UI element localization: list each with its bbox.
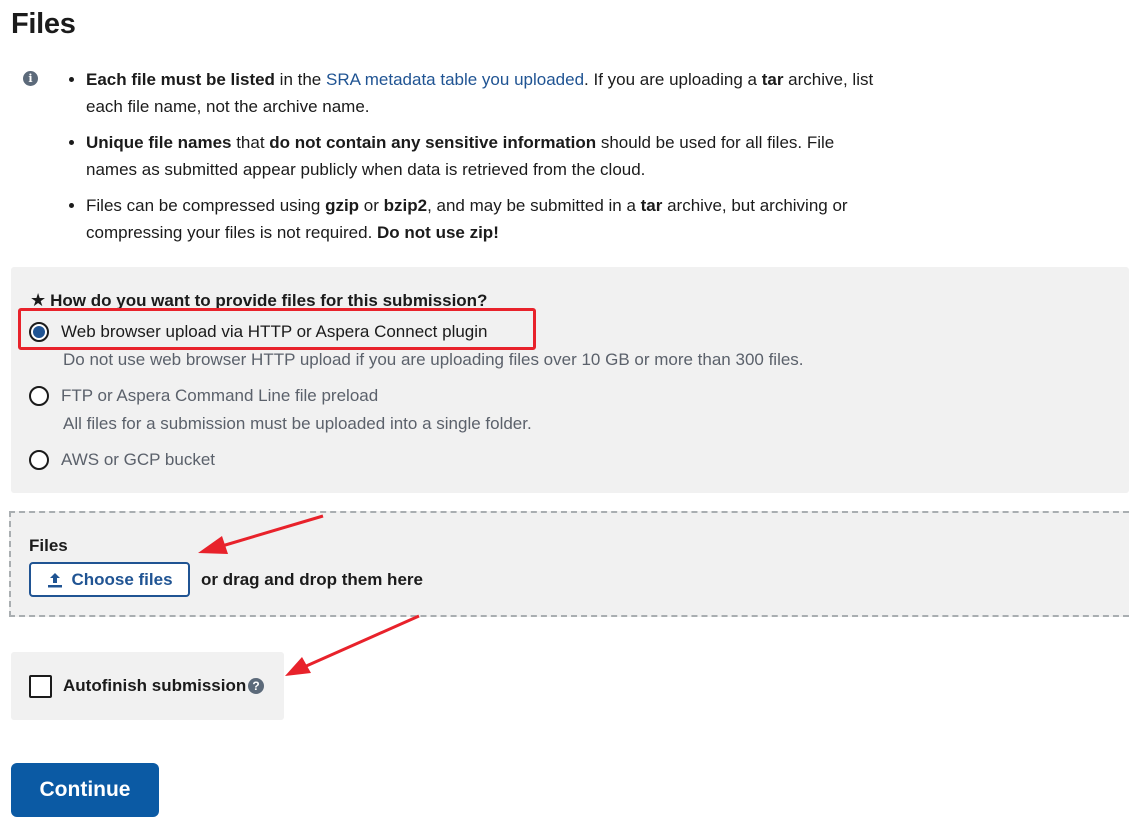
choose-files-label[interactable]: Choose files bbox=[71, 570, 172, 590]
help-icon[interactable]: ? bbox=[248, 678, 264, 694]
dropzone-label: Files bbox=[29, 536, 68, 555]
sra-metadata-link[interactable]: SRA metadata table you uploaded bbox=[326, 70, 584, 89]
drag-drop-text: or drag and drop them here bbox=[201, 570, 423, 589]
radio-option-bucket[interactable]: AWS or GCP bucket bbox=[29, 450, 215, 470]
bold-text: tar bbox=[761, 70, 784, 89]
choose-files-button[interactable]: Choose files bbox=[29, 562, 190, 597]
radio-label[interactable]: FTP or Aspera Command Line file preload bbox=[61, 386, 378, 406]
text: Files can be compressed using bbox=[86, 196, 326, 215]
text: in the bbox=[274, 70, 326, 89]
radio-button[interactable] bbox=[29, 386, 49, 406]
autofinish-checkbox[interactable] bbox=[29, 675, 52, 698]
instructions-list: Each file must be listed in the SRA meta… bbox=[62, 66, 886, 255]
annotation-arrow bbox=[285, 614, 420, 676]
text: or bbox=[359, 196, 384, 215]
files-page: Files i Each file must be listed in the … bbox=[0, 0, 1129, 836]
upload-icon bbox=[48, 572, 63, 587]
bold-text: Each file must be listed bbox=[86, 70, 275, 89]
list-item: Each file must be listed in the SRA meta… bbox=[86, 66, 886, 120]
radio-label[interactable]: AWS or GCP bucket bbox=[61, 450, 215, 470]
radio-hint: All files for a submission must be uploa… bbox=[63, 414, 532, 433]
bold-text: do not contain any sensitive information bbox=[269, 133, 597, 152]
page-title: Files bbox=[11, 8, 76, 40]
bold-text: Do not use zip! bbox=[377, 223, 499, 242]
bold-text: gzip bbox=[325, 196, 360, 215]
text: that bbox=[231, 133, 270, 152]
highlight-box bbox=[18, 308, 536, 350]
radio-option-ftp[interactable]: FTP or Aspera Command Line file preload bbox=[29, 386, 378, 406]
required-star-icon: ★ bbox=[30, 290, 47, 310]
bold-text: Unique file names bbox=[86, 133, 232, 152]
continue-button[interactable]: Continue bbox=[11, 763, 159, 817]
info-icon: i bbox=[23, 71, 38, 86]
text: , and may be submitted in a bbox=[427, 196, 641, 215]
radio-button[interactable] bbox=[29, 450, 49, 470]
bold-text: tar bbox=[640, 196, 663, 215]
text: . If you are uploading a bbox=[584, 70, 762, 89]
list-item: Files can be compressed using gzip or bz… bbox=[86, 192, 886, 246]
bold-text: bzip2 bbox=[383, 196, 428, 215]
autofinish-label[interactable]: Autofinish submission bbox=[63, 676, 246, 696]
list-item: Unique file names that do not contain an… bbox=[86, 129, 886, 183]
radio-hint: Do not use web browser HTTP upload if yo… bbox=[63, 350, 804, 369]
